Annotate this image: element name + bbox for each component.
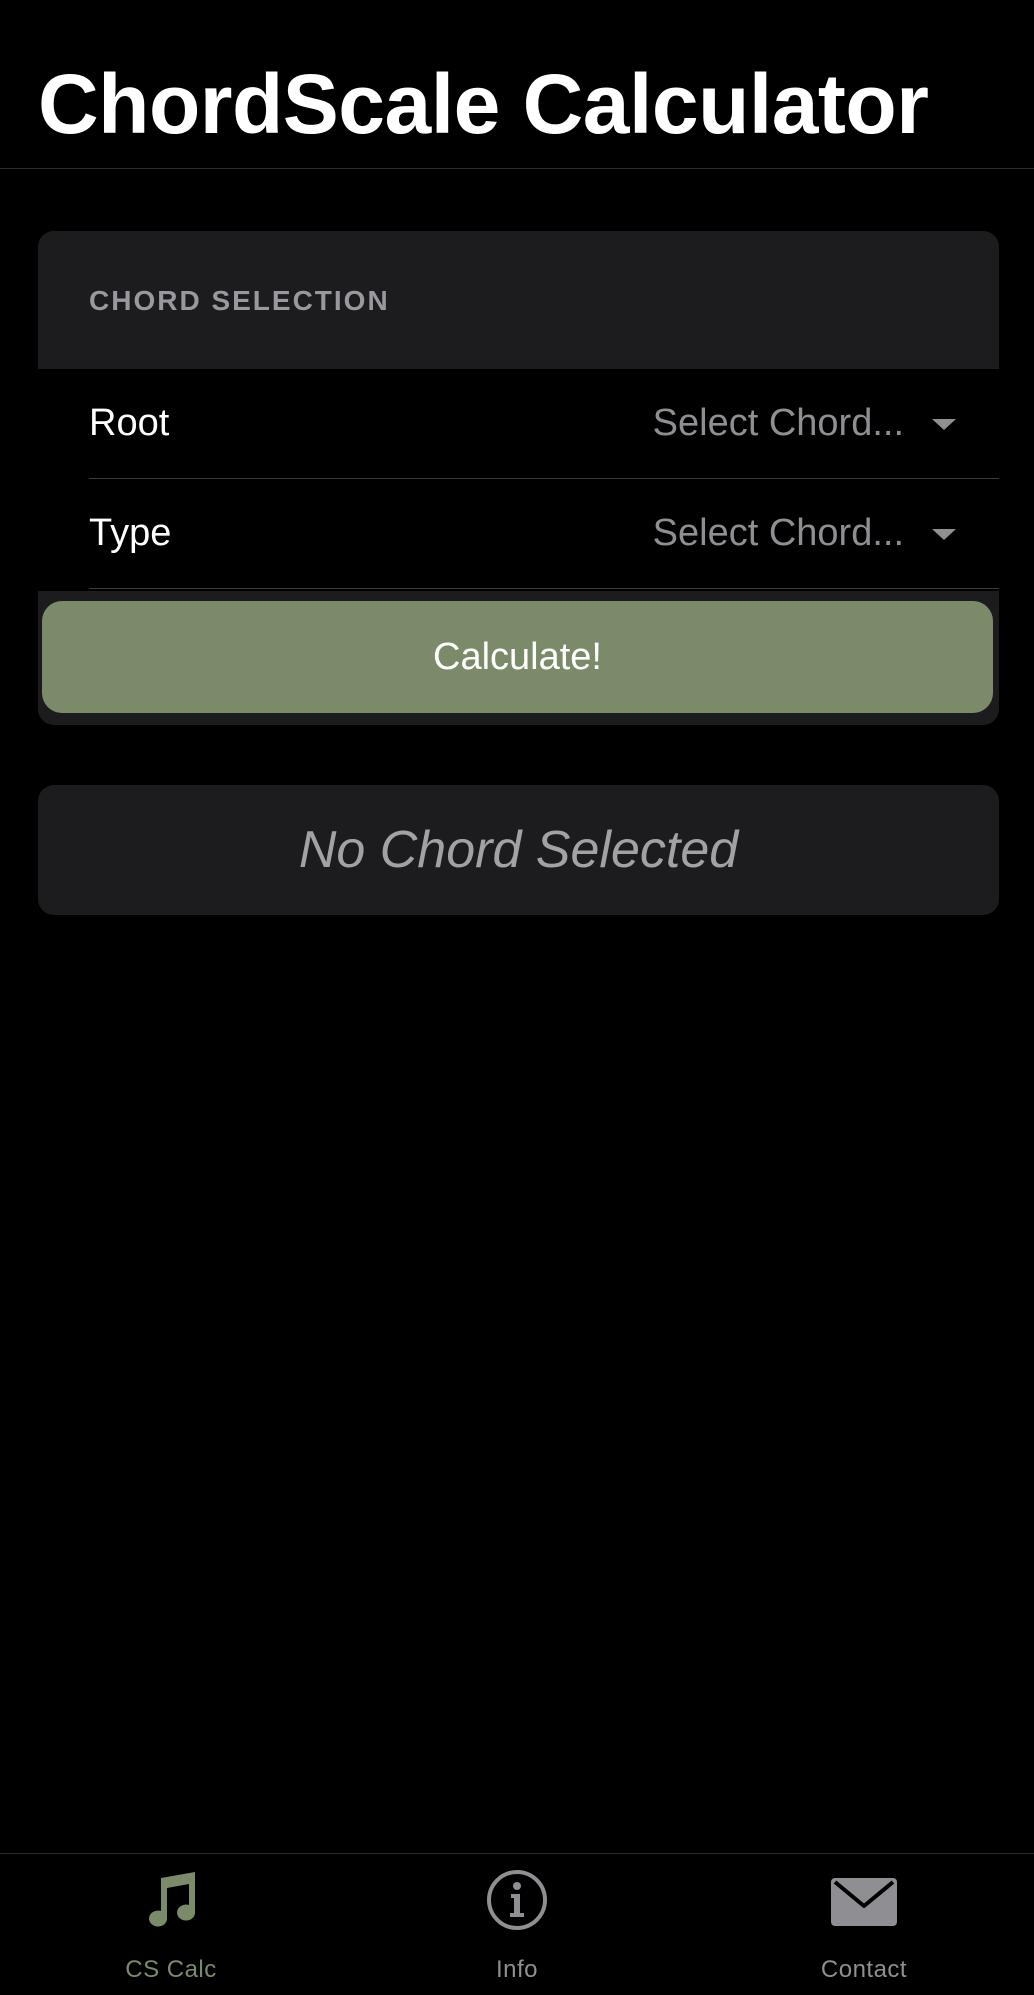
info-circle-icon xyxy=(487,1870,547,1930)
calculate-button[interactable]: Calculate! xyxy=(42,601,993,713)
tab-info[interactable]: Info xyxy=(367,1854,667,1995)
tab-contact[interactable]: Contact xyxy=(714,1854,1014,1995)
navigation-header: ChordScale Calculator xyxy=(0,0,1034,169)
root-picker-value[interactable]: Select Chord... xyxy=(653,399,904,447)
section-label: CHORD SELECTION xyxy=(89,285,390,316)
result-text: No Chord Selected xyxy=(298,821,739,879)
page-title: ChordScale Calculator xyxy=(38,57,929,151)
chord-selection-rows: Root Select Chord... Type Select Chord..… xyxy=(38,369,999,591)
chevron-down-icon[interactable] xyxy=(932,529,956,540)
tab-cs-calc[interactable]: CS Calc xyxy=(21,1854,321,1995)
root-picker-row[interactable]: Root Select Chord... xyxy=(38,369,999,479)
tab-bar: CS Calc Info Contact xyxy=(0,1853,1034,1994)
type-picker-row[interactable]: Type Select Chord... xyxy=(38,479,999,589)
tab-label: Info xyxy=(495,1956,539,1983)
envelope-icon xyxy=(831,1878,897,1926)
chevron-down-icon[interactable] xyxy=(932,419,956,430)
result-card: No Chord Selected xyxy=(38,785,999,915)
row-divider xyxy=(89,588,999,589)
tab-label: CS Calc xyxy=(125,1956,217,1983)
tab-label: Contact xyxy=(820,1956,908,1983)
music-note-icon xyxy=(149,1872,196,1927)
type-label: Type xyxy=(89,512,172,554)
root-label: Root xyxy=(89,402,170,444)
type-picker-value[interactable]: Select Chord... xyxy=(653,509,904,557)
